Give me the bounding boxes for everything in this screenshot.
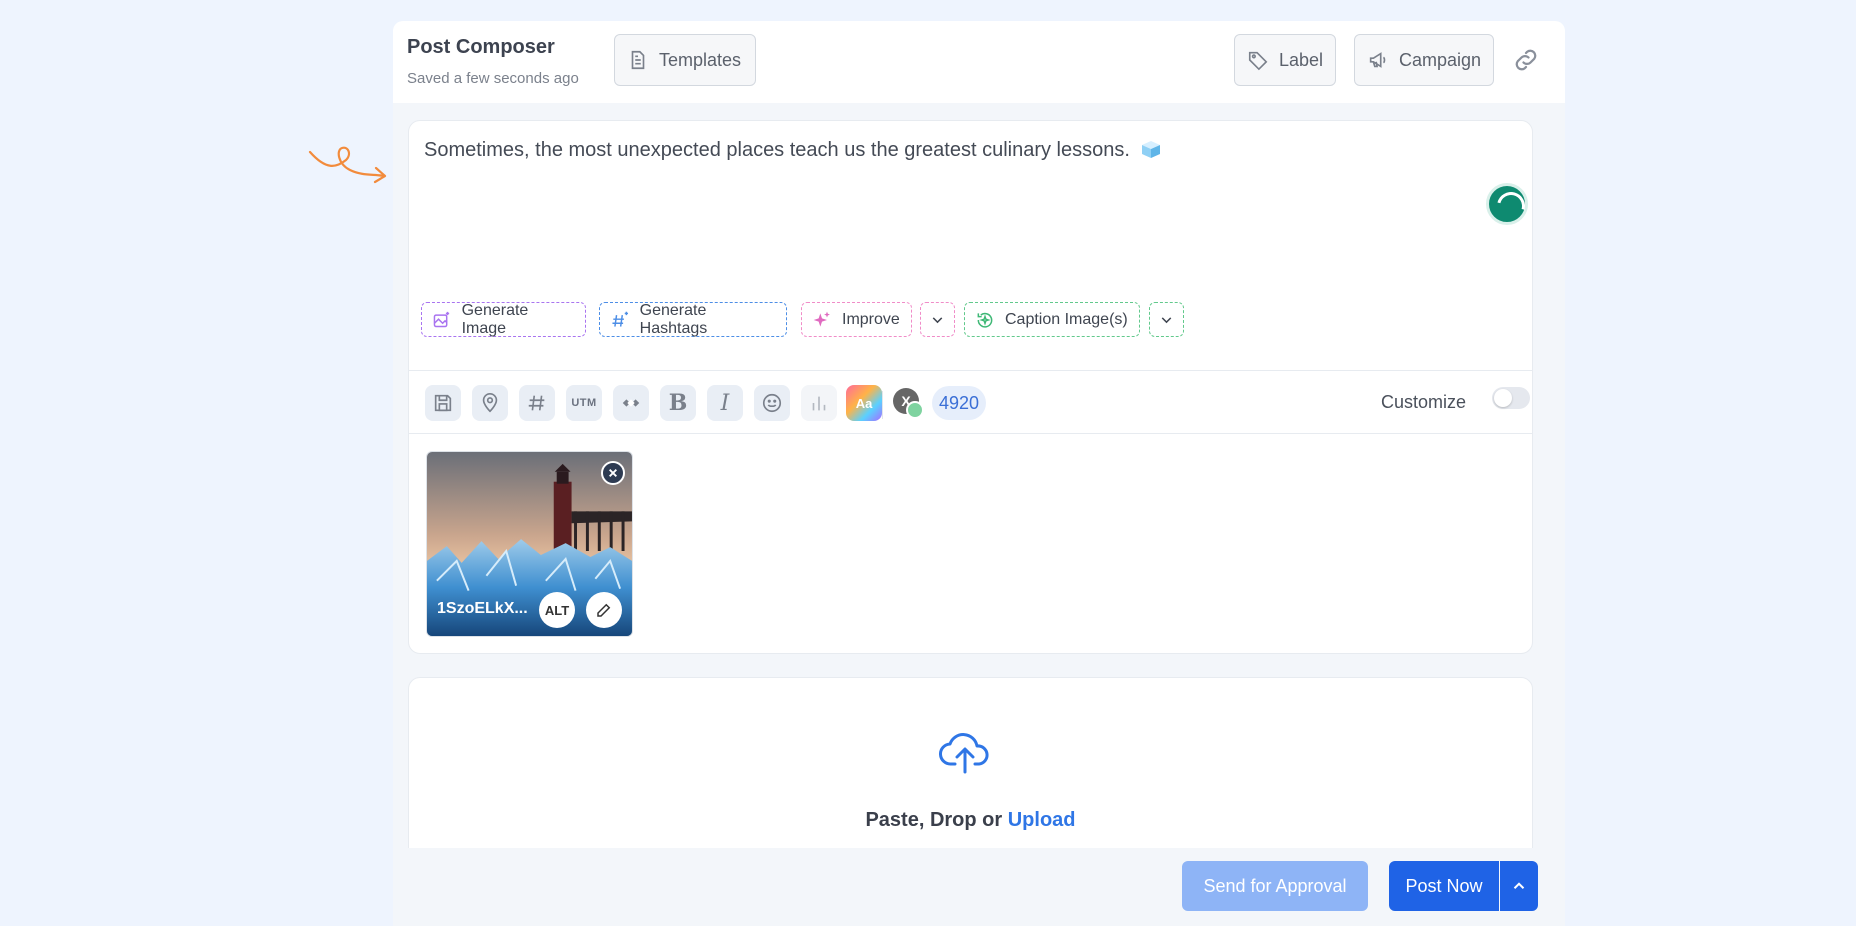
composer-header: Post Composer Saved a few seconds ago Te…: [393, 21, 1565, 103]
close-icon: [609, 469, 617, 477]
check-icon: [906, 401, 924, 419]
media-thumbnail[interactable]: 1SzoELkX... ALT: [426, 451, 633, 637]
location-pin-icon: [482, 393, 498, 413]
toolbar-divider: [882, 391, 883, 419]
customize-toggle[interactable]: [1492, 387, 1530, 409]
save-draft-button[interactable]: [425, 385, 461, 421]
save-status: Saved a few seconds ago: [407, 70, 579, 87]
bar-chart-icon: [812, 396, 826, 411]
improve-button[interactable]: Improve: [801, 302, 912, 337]
post-text-area[interactable]: Sometimes, the most unexpected places te…: [424, 139, 1162, 162]
link-shortener-button[interactable]: [613, 385, 649, 421]
ice-cube-emoji-icon: [1141, 141, 1160, 158]
location-button[interactable]: [472, 385, 508, 421]
character-count: 4920: [932, 386, 986, 420]
edit-media-button[interactable]: [586, 592, 622, 628]
formatting-toolbar: UTM B I Aa X 4920 Customize: [409, 370, 1532, 434]
label-button[interactable]: Label: [1234, 34, 1336, 86]
send-for-approval-button[interactable]: Send for Approval: [1182, 861, 1368, 911]
upload-link[interactable]: Upload: [1008, 809, 1076, 831]
generate-image-label: Generate Image: [461, 301, 529, 337]
generate-hashtags-label: Generate Hashtags: [639, 301, 708, 337]
caption-images-label: Caption Image(s): [1005, 310, 1128, 328]
hashtag-sparkle-icon: [612, 311, 629, 327]
page-title: Post Composer: [407, 36, 555, 58]
campaign-button[interactable]: Campaign: [1354, 34, 1494, 86]
hashtag-button[interactable]: [519, 385, 555, 421]
composer-footer: Send for Approval Post Now: [393, 848, 1565, 926]
upload-instructions: Paste, Drop or Upload: [409, 809, 1532, 832]
pencil-icon: [597, 603, 611, 617]
save-icon: [434, 394, 452, 412]
generate-image-button[interactable]: Generate Image: [421, 302, 586, 337]
templates-button[interactable]: Templates: [614, 34, 756, 86]
caption-sparkle-icon: [977, 312, 993, 328]
sparkles-icon: [813, 311, 830, 327]
chevron-down-icon: [1161, 316, 1172, 323]
bold-button[interactable]: B: [660, 385, 696, 421]
customize-label: Customize: [1381, 392, 1467, 412]
alt-text-button[interactable]: ALT: [539, 592, 575, 628]
emoji-button[interactable]: [754, 385, 790, 421]
decorative-arrow-icon: [308, 146, 387, 184]
caption-images-button[interactable]: Caption Image(s): [964, 302, 1140, 337]
post-text: Sometimes, the most unexpected places te…: [424, 139, 1130, 161]
analytics-button[interactable]: [801, 385, 837, 421]
chain-icon: [622, 399, 640, 407]
smiley-icon: [762, 393, 782, 413]
improve-label: Improve: [842, 310, 900, 328]
font-style-button[interactable]: Aa: [846, 385, 882, 421]
cloud-upload-icon: [939, 733, 989, 774]
hashtag-icon: [528, 395, 545, 411]
post-editor: Sometimes, the most unexpected places te…: [408, 120, 1533, 654]
link-icon[interactable]: [1511, 45, 1541, 75]
chevron-up-icon: [1513, 882, 1525, 889]
grammar-assistant-icon[interactable]: [1486, 183, 1528, 225]
document-icon: [631, 50, 645, 70]
utm-button[interactable]: UTM: [566, 385, 602, 421]
media-file-name: 1SzoELkX...: [437, 600, 528, 617]
campaign-label: Campaign: [1398, 49, 1481, 70]
upload-prefix: Paste, Drop or: [865, 809, 1008, 831]
italic-button[interactable]: I: [707, 385, 743, 421]
improve-dropdown-button[interactable]: [920, 302, 955, 337]
post-now-button[interactable]: Post Now: [1389, 861, 1499, 911]
post-composer: Post Composer Saved a few seconds ago Te…: [393, 21, 1565, 926]
generate-hashtags-button[interactable]: Generate Hashtags: [599, 302, 787, 337]
image-sparkle-icon: [433, 311, 450, 327]
tag-icon: [1248, 51, 1268, 71]
label-label: Label: [1278, 49, 1323, 70]
caption-dropdown-button[interactable]: [1149, 302, 1184, 337]
megaphone-icon: [1369, 52, 1386, 68]
post-options-button[interactable]: [1500, 861, 1538, 911]
templates-label: Templates: [659, 49, 742, 70]
chevron-down-icon: [932, 316, 943, 323]
remove-media-button[interactable]: [601, 461, 625, 485]
